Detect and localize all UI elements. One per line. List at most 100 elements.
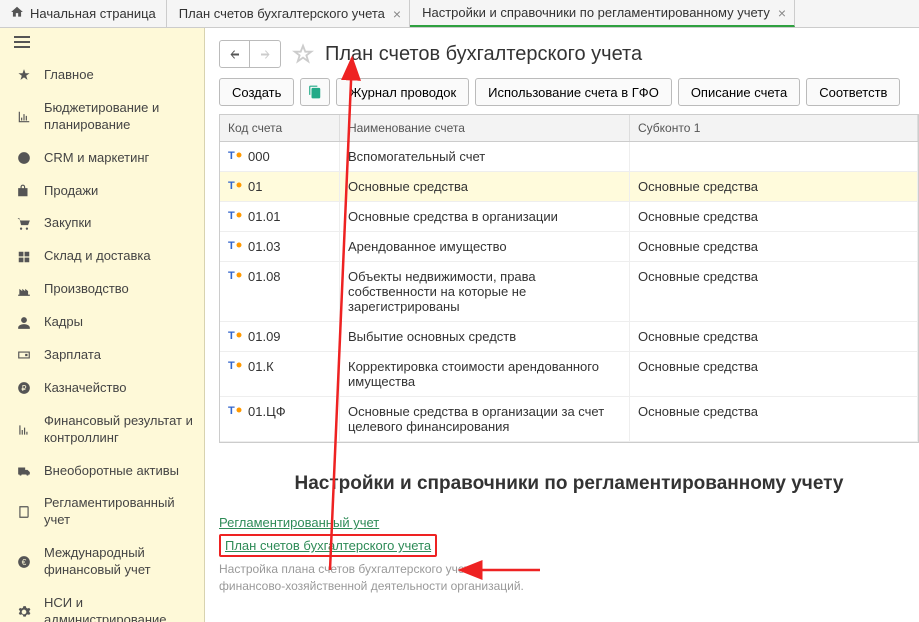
sidebar-item-label: Закупки [44, 215, 91, 232]
link-chart-of-accounts[interactable]: План счетов бухгалтерского учета [225, 538, 431, 553]
menu-toggle[interactable] [0, 28, 204, 59]
hint-text: Настройка плана счетов бухгалтерского уч… [219, 561, 919, 595]
cell-name: Основные средства в организации за счет … [340, 397, 630, 441]
svg-text:T: T [228, 210, 235, 221]
sidebar-item-label: Бюджетирование и планирование [44, 100, 194, 134]
forward-button[interactable] [250, 41, 280, 67]
cell-sub: Основные средства [630, 232, 918, 261]
link-regulated-accounting[interactable]: Регламентированный учет [219, 515, 379, 530]
account-icon: T [228, 179, 242, 191]
truck-icon [14, 464, 34, 478]
svg-text:₽: ₽ [21, 384, 26, 393]
cell-code: 000 [248, 149, 270, 164]
close-icon[interactable]: × [778, 5, 786, 21]
col-header-code[interactable]: Код счета [220, 115, 340, 141]
cell-code: 01.01 [248, 209, 281, 224]
description-button[interactable]: Описание счета [678, 78, 800, 106]
sidebar-item-label: Внеоборотные активы [44, 463, 179, 480]
sidebar-item-international-accounting[interactable]: € Международный финансовый учет [0, 537, 204, 587]
sidebar-item-noncurrent-assets[interactable]: Внеоборотные активы [0, 455, 204, 488]
col-header-name[interactable]: Наименование счета [340, 115, 630, 141]
col-header-sub1[interactable]: Субконто 1 [630, 115, 918, 141]
sidebar-item-label: НСИ и администрирование [44, 595, 194, 622]
account-icon: T [228, 359, 242, 371]
highlight-box: План счетов бухгалтерского учета [219, 534, 437, 557]
ruble-icon: ₽ [14, 381, 34, 395]
book-icon [14, 505, 34, 519]
svg-text:T: T [228, 180, 235, 191]
sidebar-item-label: Кадры [44, 314, 83, 331]
svg-text:T: T [228, 240, 235, 251]
sidebar-item-sales[interactable]: Продажи [0, 175, 204, 208]
nav-buttons [219, 40, 281, 68]
journal-button[interactable]: Журнал проводок [336, 78, 469, 106]
table-row[interactable]: T01.09Выбытие основных средствОсновные с… [220, 322, 918, 352]
tab-label: План счетов бухгалтерского учета [179, 6, 385, 21]
grid-icon [14, 250, 34, 264]
sidebar-item-payroll[interactable]: Зарплата [0, 339, 204, 372]
table-row[interactable]: T01Основные средстваОсновные средства [220, 172, 918, 202]
table-row[interactable]: T000Вспомогательный счет [220, 142, 918, 172]
sidebar-item-label: Зарплата [44, 347, 101, 364]
back-button[interactable] [220, 41, 250, 67]
gear-icon [14, 605, 34, 619]
account-icon: T [228, 404, 242, 416]
tab-home-label: Начальная страница [30, 6, 156, 21]
cell-name: Основные средства в организации [340, 202, 630, 231]
tab-settings-accounting[interactable]: Настройки и справочники по регламентиров… [410, 0, 795, 27]
cell-name: Выбытие основных средств [340, 322, 630, 351]
account-icon: T [228, 329, 242, 341]
sidebar-item-treasury[interactable]: ₽ Казначейство [0, 372, 204, 405]
cell-name: Корректировка стоимости арендованного им… [340, 352, 630, 396]
sidebar-item-label: Главное [44, 67, 94, 84]
sidebar-item-label: Продажи [44, 183, 98, 200]
cell-name: Основные средства [340, 172, 630, 201]
cell-sub: Основные средства [630, 352, 918, 396]
sidebar-item-purchasing[interactable]: Закупки [0, 207, 204, 240]
copy-button[interactable] [300, 78, 330, 106]
sidebar-item-label: Производство [44, 281, 129, 298]
svg-text:T: T [228, 405, 235, 416]
budget-icon [14, 110, 34, 124]
sidebar-item-crm[interactable]: CRM и маркетинг [0, 142, 204, 175]
cell-sub: Основные средства [630, 322, 918, 351]
table-row[interactable]: T01.08Объекты недвижимости, права собств… [220, 262, 918, 322]
sidebar-item-label: Финансовый результат и контроллинг [44, 413, 194, 447]
sidebar-item-budgeting[interactable]: Бюджетирование и планирование [0, 92, 204, 142]
pie-icon [14, 151, 34, 165]
close-icon[interactable]: × [393, 6, 401, 22]
table-row[interactable]: T 01.ЦФ Основные средства в организации за… [220, 397, 918, 442]
cell-name: Объекты недвижимости, права собственност… [340, 262, 630, 321]
sidebar-item-warehouse[interactable]: Склад и доставка [0, 240, 204, 273]
page-title: План счетов бухгалтерского учета [325, 43, 642, 66]
sidebar-item-regulated-accounting[interactable]: Регламентированный учет [0, 487, 204, 537]
table-row[interactable]: T 01.К Корректировка стоимости арендованно… [220, 352, 918, 397]
gfo-button[interactable]: Использование счета в ГФО [475, 78, 672, 106]
cell-sub [630, 142, 918, 171]
sidebar-item-label: Казначейство [44, 380, 126, 397]
star-icon [14, 68, 34, 82]
home-icon [10, 5, 30, 22]
cell-code: 01.К [248, 359, 274, 374]
sidebar-item-nsi-administration[interactable]: НСИ и администрирование [0, 587, 204, 622]
accounts-table: Код счета Наименование счета Субконто 1 … [219, 114, 919, 443]
cell-code: 01.08 [248, 269, 281, 284]
sidebar-item-hr[interactable]: Кадры [0, 306, 204, 339]
tab-home[interactable]: Начальная страница [0, 0, 167, 27]
sidebar-item-production[interactable]: Производство [0, 273, 204, 306]
favorite-button[interactable] [289, 40, 317, 68]
sidebar: Главное Бюджетирование и планирование CR… [0, 28, 205, 622]
account-icon: T [228, 149, 242, 161]
chart-icon [14, 423, 34, 437]
cell-sub: Основные средства [630, 202, 918, 231]
table-row[interactable]: T01.03Арендованное имуществоОсновные сре… [220, 232, 918, 262]
table-row[interactable]: T 01.01 Основные средства в организацииОсн… [220, 202, 918, 232]
cell-sub: Основные средства [630, 397, 918, 441]
sidebar-item-financial-result[interactable]: Финансовый результат и контроллинг [0, 405, 204, 455]
tab-chart-of-accounts[interactable]: План счетов бухгалтерского учета × [167, 0, 410, 27]
sidebar-item-main[interactable]: Главное [0, 59, 204, 92]
svg-text:T: T [228, 330, 235, 341]
matching-button[interactable]: Соответств [806, 78, 900, 106]
create-button[interactable]: Создать [219, 78, 294, 106]
cell-code: 01.ЦФ [248, 404, 286, 419]
